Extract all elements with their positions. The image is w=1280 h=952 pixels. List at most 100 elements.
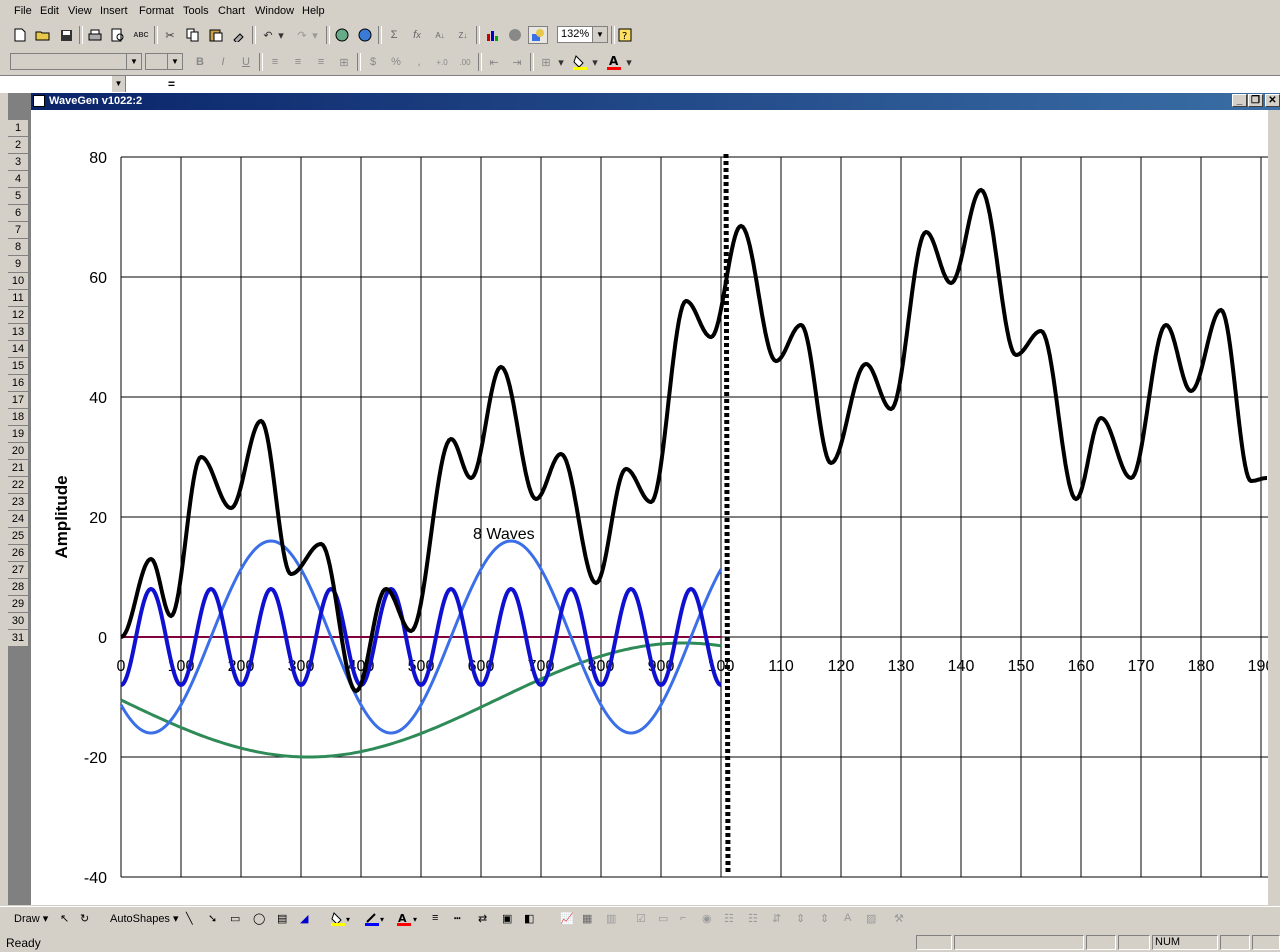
label-icon[interactable]: ▭ [658,912,668,925]
font-color-icon[interactable]: A ▾ [396,912,420,929]
decrease-indent-icon[interactable]: ⇤ [484,53,504,71]
arrow-style-icon[interactable]: ⇄ [478,912,487,925]
underline-icon[interactable]: U [236,53,256,71]
row-header[interactable]: 10 [8,273,28,290]
format-chart-icon[interactable]: ▦ [582,912,592,925]
row-header[interactable]: 6 [8,205,28,222]
fill-color-icon[interactable]: ▾ [330,912,352,929]
chevron-down-icon[interactable]: ▼ [126,54,141,69]
chart-toolbar-icon[interactable]: 📈 [560,912,574,925]
paste-icon[interactable] [206,26,226,44]
draw-menu-button[interactable]: Draw ▾ [14,912,48,925]
control-properties-icon[interactable]: ⇕ [820,912,829,925]
row-header[interactable]: 30 [8,613,28,630]
shadow-icon[interactable]: ▣ [502,912,512,925]
row-header[interactable]: 15 [8,358,28,375]
borders-icon[interactable]: ⊞ [536,53,556,71]
list-box-icon[interactable]: ☷ [724,912,734,925]
row-header[interactable]: 31 [8,630,28,647]
dash-style-icon[interactable]: ┅ [454,912,461,925]
row-header[interactable]: 21 [8,460,28,477]
borders-dropdown-icon[interactable]: ▾ [556,53,566,71]
menu-edit[interactable]: Edit [40,5,59,17]
print-icon[interactable] [85,26,105,44]
line-color-icon[interactable]: ▾ [364,912,386,929]
office-assistant-icon[interactable]: ? [615,26,635,44]
row-header[interactable]: 16 [8,375,28,392]
undo-dropdown-icon[interactable]: ▾ [276,26,286,44]
menu-help[interactable]: Help [302,5,325,17]
row-header[interactable]: 22 [8,477,28,494]
row-header[interactable]: 2 [8,137,28,154]
bold-icon[interactable]: B [190,53,210,71]
row-header[interactable]: 29 [8,596,28,613]
menu-window[interactable]: Window [255,5,294,17]
menu-tools[interactable]: Tools [183,5,209,17]
align-left-icon[interactable]: ≡ [265,53,285,71]
format-painter-icon[interactable] [229,26,249,44]
row-header[interactable]: 7 [8,222,28,239]
zoom-select[interactable]: 132% ▼ [557,26,608,43]
new-icon[interactable] [10,26,30,44]
line-icon[interactable]: ╲ [186,912,193,925]
menu-format[interactable]: Format [139,5,174,17]
menu-view[interactable]: View [68,5,92,17]
autosum-icon[interactable]: Σ [384,26,404,44]
spinner-icon[interactable]: ⇕ [796,912,805,925]
wordart-icon[interactable]: ◢ [300,912,308,925]
select-objects-icon[interactable]: ↖ [60,912,69,925]
chevron-down-icon[interactable]: ▼ [592,27,607,42]
row-header[interactable]: 14 [8,341,28,358]
font-select[interactable]: ▼ [10,53,142,70]
redo-icon[interactable]: ↷ [292,26,312,44]
row-header[interactable]: 26 [8,545,28,562]
spelling-icon[interactable]: ABC [131,26,151,44]
row-header[interactable]: 23 [8,494,28,511]
chevron-down-icon[interactable]: ▼ [167,54,182,69]
percent-icon[interactable]: % [386,53,406,71]
save-icon[interactable] [56,26,76,44]
row-header[interactable]: 5 [8,188,28,205]
currency-icon[interactable]: $ [363,53,383,71]
sort-descending-icon[interactable]: Z↓ [453,26,473,44]
fill-color-icon[interactable] [570,53,590,71]
option-button-icon[interactable]: ◉ [702,912,712,925]
scroll-bar-icon[interactable]: ⇵ [772,912,781,925]
fill-color-dropdown-icon[interactable]: ▾ [590,53,600,71]
row-header[interactable]: 27 [8,562,28,579]
row-header[interactable]: 24 [8,511,28,528]
free-rotate-icon[interactable]: ↻ [80,912,89,925]
menu-insert[interactable]: Insert [100,5,128,17]
function-icon[interactable]: fx [407,26,427,44]
align-center-icon[interactable]: ≡ [288,53,308,71]
row-header[interactable]: 4 [8,171,28,188]
align-right-icon[interactable]: ≡ [311,53,331,71]
row-header[interactable]: 18 [8,409,28,426]
close-icon[interactable]: ✕ [1265,94,1280,107]
row-header[interactable]: 1 [8,120,28,137]
open-icon[interactable] [33,26,53,44]
copy-icon[interactable] [183,26,203,44]
comma-style-icon[interactable]: , [409,53,429,71]
autoshapes-menu-button[interactable]: AutoShapes ▾ [110,912,179,925]
chart-type-icon[interactable]: ▥ [606,912,616,925]
menu-chart[interactable]: Chart [218,5,245,17]
increase-indent-icon[interactable]: ⇥ [507,53,527,71]
font-size-select[interactable]: ▼ [145,53,183,70]
text-box-icon[interactable]: ▤ [277,912,287,925]
chevron-down-icon[interactable]: ▼ [112,76,125,92]
row-header[interactable]: 28 [8,579,28,596]
row-header[interactable]: 17 [8,392,28,409]
group-box-icon[interactable]: ⌐ [680,912,686,924]
row-header[interactable]: 3 [8,154,28,171]
app-icon[interactable] [33,95,45,107]
row-header[interactable]: 12 [8,307,28,324]
map-icon[interactable] [505,26,525,44]
font-color-dropdown-icon[interactable]: ▾ [624,53,634,71]
oval-icon[interactable]: ◯ [253,912,265,925]
font-a-icon[interactable]: A [844,912,851,924]
arrow-icon[interactable]: ➘ [208,912,217,925]
font-color-icon[interactable]: A [604,53,624,71]
row-header[interactable]: 8 [8,239,28,256]
chart-wizard-icon[interactable] [482,26,502,44]
